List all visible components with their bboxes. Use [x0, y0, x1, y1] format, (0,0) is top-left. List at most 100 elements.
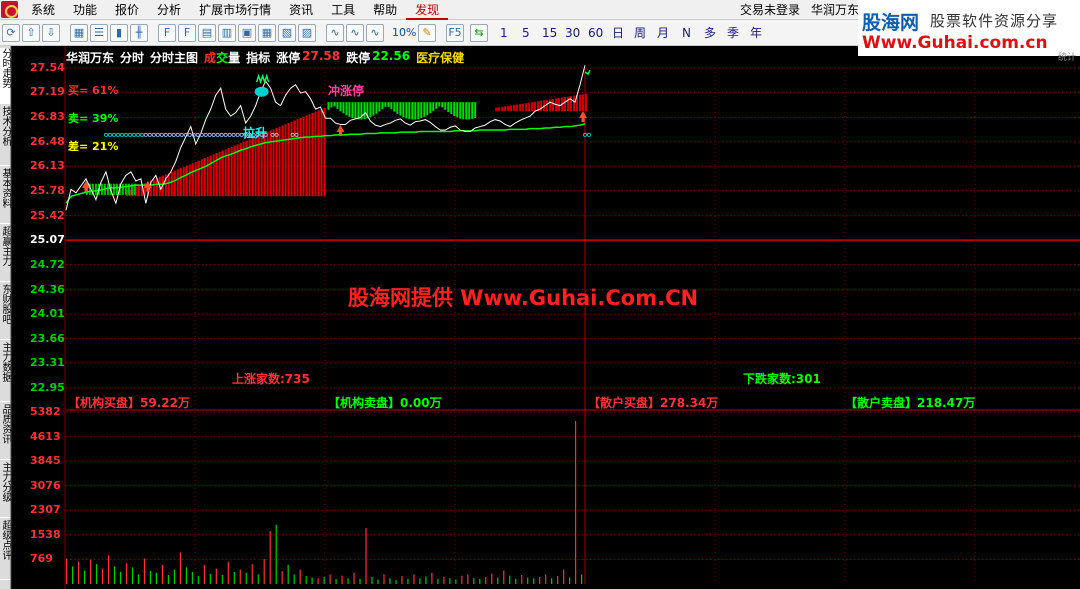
price-tick-label: 24.72 [30, 257, 65, 271]
header-main-chart[interactable]: 分时主图 [150, 49, 198, 65]
header-vol-3[interactable]: 量 [228, 49, 240, 65]
force-bar-red [531, 102, 534, 112]
volume-bar [83, 570, 86, 584]
force-bar-red [510, 105, 513, 112]
force-bar-green [444, 102, 447, 110]
force-bar-green [381, 102, 384, 110]
header-mode[interactable]: 分时 [120, 49, 144, 65]
header-limit-up-value: 27.58 [302, 49, 341, 63]
volume-bar [101, 568, 104, 584]
volume-bar [287, 564, 289, 584]
price-tick-label: 25.07 [30, 233, 65, 247]
volume-bar [161, 564, 164, 584]
volume-bar [179, 552, 181, 584]
signal-circle [187, 132, 192, 137]
force-bar-red [534, 101, 537, 112]
volume-bar [515, 578, 517, 584]
force-bar-red [185, 165, 188, 197]
force-bar-red [546, 99, 549, 112]
limit-tag: 冲涨停 [328, 84, 365, 98]
volume-bar [233, 571, 235, 584]
force-bar-green [115, 183, 118, 195]
force-bar-red [293, 120, 296, 197]
force-bar-green [339, 102, 342, 112]
volume-bar [443, 576, 445, 584]
force-bar-green [468, 102, 471, 120]
force-bar-red [549, 99, 552, 112]
force-bar-green [408, 102, 411, 120]
volume-bar [239, 569, 241, 584]
force-bar-green [465, 102, 468, 120]
volume-bar [533, 578, 535, 584]
force-bar-red [284, 124, 287, 197]
price-tick-label: 25.42 [30, 208, 65, 222]
force-bar-green [450, 102, 453, 115]
volume-bar [461, 575, 463, 584]
header-sector[interactable]: 医疗保健 [416, 49, 464, 65]
price-tick-label: 26.48 [30, 134, 65, 148]
force-bar-green [423, 102, 426, 117]
volume-bar [467, 574, 469, 584]
volume-tick-label: 2307 [30, 503, 61, 517]
volume-bar [473, 578, 475, 584]
force-bar-red [540, 100, 543, 112]
volume-bar [581, 574, 583, 584]
force-bar-green [369, 102, 372, 118]
volume-bar [203, 564, 205, 584]
volume-bar [185, 567, 187, 584]
header-vol-2[interactable]: 交 [216, 49, 228, 65]
volume-bar [575, 421, 577, 584]
header-limit-up-label: 涨停 [276, 51, 301, 65]
force-bar-green [459, 102, 462, 119]
volume-bar [551, 578, 553, 584]
force-bar-red [564, 97, 567, 112]
volume-bar [491, 573, 493, 584]
signal-circle [143, 132, 148, 137]
force-bar-green [456, 102, 459, 118]
volume-bar [389, 578, 391, 584]
volume-bar [245, 572, 247, 584]
force-bar-red [179, 168, 182, 197]
force-bar-red [579, 94, 582, 112]
volume-bar [119, 571, 122, 584]
force-bar-green [357, 102, 360, 120]
force-bar-green [354, 102, 357, 120]
volume-bar [66, 558, 68, 584]
force-bar-green [447, 102, 450, 113]
header-indicator[interactable]: 指标 [246, 49, 270, 65]
volume-bar [401, 576, 403, 584]
force-bar-red [567, 96, 570, 112]
signal-circle [223, 132, 228, 137]
force-bar-red [209, 155, 212, 197]
volume-bar [299, 569, 301, 584]
force-bar-red [203, 158, 206, 197]
force-bar-red [287, 122, 290, 197]
header-limit-down-label: 跌停 [346, 51, 371, 65]
volume-bar [317, 578, 319, 584]
signal-circle [586, 132, 591, 137]
signal-circle [195, 132, 200, 137]
force-bar-green [124, 183, 127, 195]
volume-tick-label: 3845 [30, 454, 61, 468]
force-bar-red [323, 107, 326, 197]
volume-bar [539, 576, 541, 584]
retail-sell: 【散户卖盘】218.47万 [845, 396, 976, 410]
header-stock-name: 华润万东 [66, 51, 115, 65]
price-tick-label: 26.83 [30, 110, 65, 124]
force-bar-red [182, 166, 185, 197]
volume-bar [275, 524, 277, 584]
signal-circle [159, 132, 164, 137]
force-bar-green [399, 102, 402, 116]
price-tick-label: 23.31 [30, 355, 65, 369]
force-bar-red [311, 112, 314, 197]
volume-bar [479, 578, 481, 584]
volume-bar [137, 574, 140, 584]
force-bar-red [167, 173, 170, 197]
signal-circle [207, 132, 212, 137]
force-bar-green [429, 102, 432, 114]
force-bar-red [206, 156, 209, 197]
force-bar-green [378, 102, 381, 112]
header-vol-1[interactable]: 成 [204, 49, 216, 65]
volume-bar [323, 576, 325, 584]
volume-bar [359, 578, 361, 584]
